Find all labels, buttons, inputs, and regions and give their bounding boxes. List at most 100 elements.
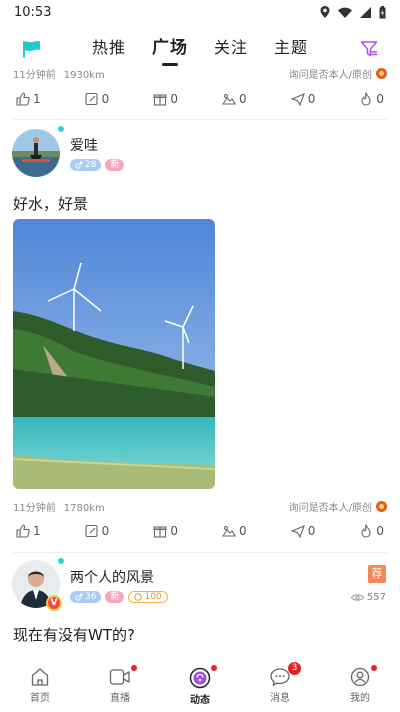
avatar[interactable] [12, 129, 60, 177]
comment-button[interactable]: 0 [85, 524, 154, 538]
post-distance: 1930km [63, 70, 105, 81]
gift-button[interactable]: 0 [153, 92, 222, 106]
heat-count: 0 [376, 524, 384, 538]
nav-label: 消息 [270, 693, 290, 704]
points-badge: 100 [128, 591, 168, 603]
like-button[interactable]: 1 [16, 92, 85, 106]
new-user-badge: 新 [105, 159, 125, 171]
level-value: 28 [85, 160, 97, 170]
username[interactable]: 两个人的风景 [70, 567, 154, 587]
nav-messages[interactable]: 消息 3 [240, 660, 320, 712]
unread-count-badge: 3 [288, 662, 301, 675]
notification-dot [131, 665, 137, 671]
share-count: 0 [307, 92, 316, 106]
male-icon [75, 161, 83, 169]
online-status-dot [58, 126, 64, 132]
online-status-dot [58, 558, 64, 564]
post-time: 11分钟前 [13, 503, 56, 514]
tab-following[interactable]: 关注 [214, 34, 248, 64]
scenery-count: 0 [239, 92, 247, 106]
nav-label: 首页 [30, 693, 50, 704]
share-button[interactable]: 0 [290, 524, 360, 538]
heat-button[interactable]: 0 [359, 92, 384, 106]
points-value: 100 [144, 592, 162, 602]
username[interactable]: 爱哇 [70, 135, 98, 155]
male-icon [75, 593, 83, 601]
profile-icon [350, 667, 370, 687]
filter-icon[interactable] [360, 40, 378, 58]
post-text: 现在有没有WT的? [13, 626, 135, 644]
landscape-icon [222, 526, 236, 537]
nav-label: 我的 [350, 693, 370, 704]
edit-icon [85, 524, 98, 538]
scenery-button[interactable]: 0 [222, 92, 291, 106]
comment-count: 0 [101, 524, 110, 538]
share-icon [290, 93, 305, 106]
user-badges: 28 新 [70, 159, 125, 171]
prev-post-actions: 1 0 0 0 0 0 [0, 89, 400, 109]
notification-dot [211, 665, 217, 671]
tab-hot[interactable]: 热推 [92, 34, 126, 64]
original-badge-icon [376, 68, 387, 79]
post-photo[interactable] [13, 219, 215, 489]
heat-button[interactable]: 0 [359, 524, 384, 538]
view-count-value: 557 [366, 592, 386, 603]
scenery-button[interactable]: 0 [222, 524, 291, 538]
edit-icon [85, 92, 98, 106]
prev-post-meta: 11分钟前 1930km 询问是否本人/原创 [0, 66, 400, 81]
post-text: 好水，好景 [13, 195, 89, 213]
notification-dot [371, 665, 377, 671]
moments-icon [189, 667, 211, 689]
original-badge-icon [376, 501, 387, 512]
post-card: 爱哇 28 新 [0, 126, 400, 182]
origin-question-link[interactable]: 询问是否本人/原创 [289, 499, 372, 514]
post-actions: 1 0 0 0 0 0 [0, 521, 400, 541]
status-time: 10:53 [14, 4, 52, 20]
tab-topics[interactable]: 主题 [274, 34, 308, 64]
level-badge: 28 [70, 159, 102, 171]
video-camera-icon [109, 669, 130, 685]
post-meta: 11分钟前 1780km 询问是否本人/原创 [0, 499, 400, 514]
nav-live[interactable]: 直播 [80, 660, 160, 712]
status-icons [320, 5, 386, 19]
nav-label: 动态 [190, 695, 210, 706]
like-count: 1 [33, 524, 41, 538]
like-button[interactable]: 1 [16, 524, 85, 538]
thumbs-up-icon [16, 92, 30, 106]
like-count: 1 [33, 92, 41, 106]
bottom-navigation: 首页 直播 动态 消息 3 我的 [0, 660, 400, 712]
level-badge: 36 [70, 591, 102, 603]
origin-question-link[interactable]: 询问是否本人/原创 [289, 66, 372, 81]
eye-icon [350, 594, 364, 601]
home-icon [31, 668, 49, 686]
share-count: 0 [307, 524, 316, 538]
top-navigation: 热推 广场 关注 主题 [0, 34, 400, 66]
coin-icon [134, 593, 143, 601]
post-divider [13, 552, 387, 553]
wifi-icon [338, 7, 352, 18]
gift-count: 0 [170, 524, 178, 538]
battery-icon [379, 5, 386, 18]
recommended-tag: 荐 [368, 565, 386, 583]
comment-count: 0 [101, 92, 110, 106]
tab-square[interactable]: 广场 [152, 34, 188, 66]
status-bar: 10:53 [0, 0, 400, 24]
comment-button[interactable]: 0 [85, 92, 154, 106]
nav-profile[interactable]: 我的 [320, 660, 400, 712]
post-card: V 两个人的风景 36 新 100 荐 557 [0, 556, 400, 616]
location-icon [320, 6, 330, 18]
nav-home[interactable]: 首页 [0, 660, 80, 712]
scenery-count: 0 [239, 524, 247, 538]
gift-button[interactable]: 0 [153, 524, 222, 538]
landscape-icon [222, 94, 236, 105]
post-distance: 1780km [63, 503, 105, 514]
share-button[interactable]: 0 [290, 92, 360, 106]
nav-moments[interactable]: 动态 [160, 660, 240, 712]
user-badges: 36 新 100 [70, 591, 168, 603]
flame-icon [361, 524, 371, 538]
vip-badge: V [46, 595, 62, 611]
gift-icon [153, 94, 167, 106]
thumbs-up-icon [16, 524, 30, 538]
heat-count: 0 [376, 92, 384, 106]
flag-icon[interactable] [22, 40, 42, 58]
